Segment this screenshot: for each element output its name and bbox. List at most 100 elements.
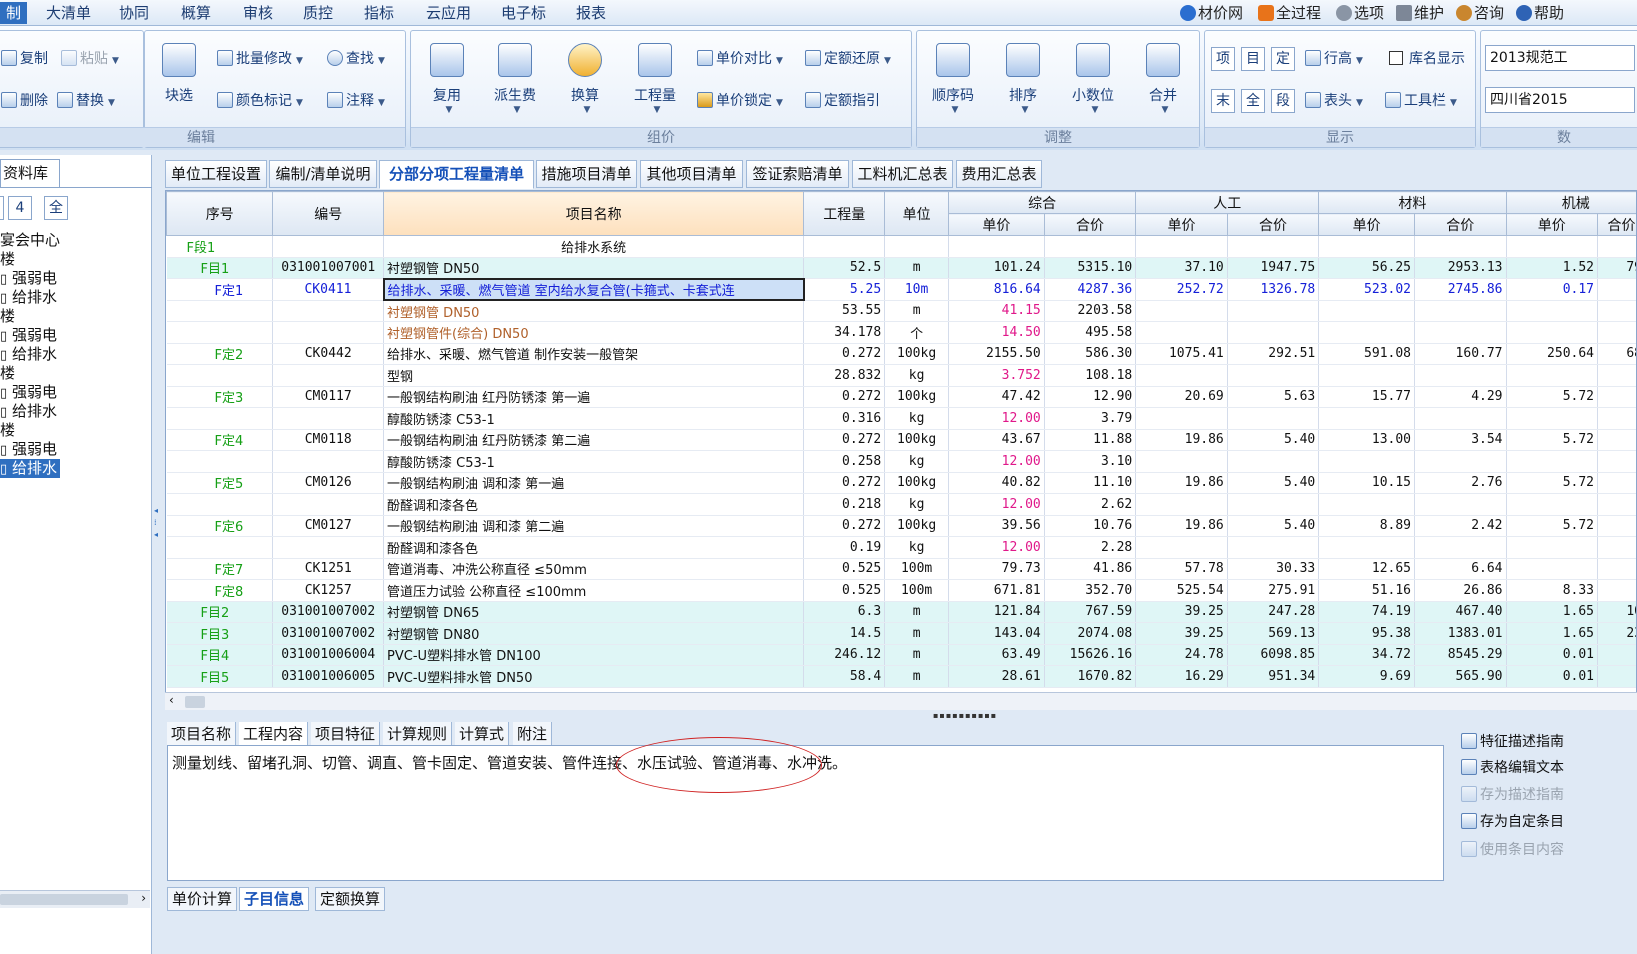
cell-ls[interactable] [1227, 364, 1320, 387]
cell-unit[interactable]: kg [884, 450, 950, 473]
cell-seq[interactable] [166, 493, 274, 516]
cell-name[interactable]: 醇酸防锈漆 C53-1 [383, 407, 805, 430]
cell-code[interactable]: 031001007002 [272, 622, 385, 645]
cell-kp[interactable] [1506, 364, 1599, 387]
cell-qty[interactable]: 6.3 [803, 601, 886, 623]
cell-name[interactable]: 醇酸防锈漆 C53-1 [383, 450, 805, 473]
filter-quota-button[interactable]: 定 [1271, 47, 1295, 71]
cell-lp[interactable]: 39.25 [1135, 622, 1228, 645]
cell-name[interactable]: 一般钢结构刷油 红丹防锈漆 第二遍 [383, 429, 805, 451]
cell-mp[interactable] [1318, 364, 1416, 387]
cell-lp[interactable] [1135, 493, 1228, 516]
cell-lp[interactable]: 16.29 [1135, 665, 1228, 688]
table-row[interactable]: 醇酸防锈漆 C53-1 0.258 kg 12.00 3.10 [166, 450, 1636, 473]
cell-unit[interactable]: m [884, 644, 950, 666]
cell-ms[interactable] [1414, 493, 1507, 516]
cell-lp[interactable]: 57.78 [1135, 558, 1228, 580]
cell-ts[interactable]: 1670.82 [1044, 665, 1137, 688]
cell-lp[interactable]: 19.86 [1135, 472, 1228, 494]
cell-code[interactable] [272, 536, 385, 559]
cell-unit[interactable]: m [884, 300, 950, 322]
cell-tp[interactable]: 43.67 [948, 429, 1045, 451]
cell-qty[interactable]: 28.832 [803, 364, 886, 387]
cell-unit[interactable]: 100kg [884, 343, 950, 365]
cell-seq[interactable] [166, 407, 274, 430]
cell-mp[interactable]: 95.38 [1318, 622, 1416, 645]
table-edit-link[interactable]: 表格编辑文本 [1461, 757, 1564, 779]
cell-tp[interactable]: 671.81 [948, 579, 1045, 602]
cell-ls[interactable] [1227, 407, 1320, 430]
cell-tp[interactable]: 3.752 [948, 364, 1045, 387]
cell-qty[interactable]: 58.4 [803, 665, 886, 688]
toolbar-button[interactable]: 工具栏 ▼ [1385, 89, 1457, 113]
scroll-right-icon[interactable]: › [141, 891, 146, 905]
cell-seq[interactable]: F定3 [166, 386, 274, 408]
cell-mp[interactable] [1318, 300, 1416, 322]
cell-name[interactable]: 一般钢结构刷油 红丹防锈漆 第一遍 [383, 386, 805, 408]
cell-ts[interactable]: 41.86 [1044, 558, 1137, 580]
col-header-code[interactable]: 编号 [272, 191, 385, 236]
tree-item-banquet-center[interactable]: 宴会中心 [0, 231, 60, 250]
table-row[interactable]: F段1 给排水系统 [166, 235, 1636, 258]
cell-unit[interactable]: 100kg [884, 515, 950, 537]
cell-ts[interactable]: 4287.36 [1044, 278, 1137, 301]
col-header-sum[interactable]: 合价 [1226, 213, 1320, 236]
table-row[interactable]: 衬塑钢管件(综合) DN50 34.178 个 14.50 495.58 [166, 321, 1636, 344]
cell-code[interactable]: 031001007002 [272, 601, 385, 623]
tab-unit-price-calc[interactable]: 单价计算 [167, 887, 238, 911]
tab-formula[interactable]: 计算式 [455, 722, 510, 746]
region-combo[interactable]: 四川省2015 [1485, 87, 1635, 113]
table-row[interactable]: 衬塑钢管 DN50 53.55 m 41.15 2203.58 [166, 300, 1636, 322]
cell-ms[interactable]: 467.40 [1414, 601, 1507, 623]
splitter-handle[interactable]: ◂ ⁞ ◂ [154, 505, 158, 541]
cell-lp[interactable]: 1075.41 [1135, 343, 1228, 365]
save-custom-link[interactable]: 存为自定条目 [1461, 811, 1564, 833]
cell-ts[interactable]: 495.58 [1044, 321, 1137, 344]
cell-seq[interactable] [166, 450, 274, 473]
cell-kp[interactable]: 0.17 [1506, 278, 1599, 301]
quota-guide-button[interactable]: 定额指引 [805, 89, 880, 113]
cell-qty[interactable]: 0.272 [803, 515, 886, 537]
table-row[interactable]: 酚醛调和漆各色 0.19 kg 12.00 2.28 [166, 536, 1636, 559]
cell-qty[interactable]: 0.258 [803, 450, 886, 473]
find-button[interactable]: 查找 ▼ [327, 47, 385, 71]
cell-tp[interactable]: 12.00 [948, 450, 1045, 473]
cell-unit[interactable]: 100kg [884, 386, 950, 408]
cell-mp[interactable]: 9.69 [1318, 665, 1416, 688]
cell-mp[interactable]: 523.02 [1318, 278, 1416, 301]
cell-ks[interactable] [1597, 558, 1636, 580]
cell-unit[interactable]: kg [884, 407, 950, 430]
cell-qty[interactable]: 53.55 [803, 300, 886, 322]
cell-kp[interactable]: 1.65 [1506, 601, 1599, 623]
cell-ls[interactable]: 951.34 [1227, 665, 1320, 688]
cell-seq[interactable]: F定7 [166, 558, 274, 580]
table-row[interactable]: 酚醛调和漆各色 0.218 kg 12.00 2.62 [166, 493, 1636, 516]
cell-lp[interactable]: 19.86 [1135, 515, 1228, 537]
cell-seq[interactable]: F定5 [166, 472, 274, 494]
col-header-price[interactable]: 单价 [1318, 213, 1416, 236]
cell-ms[interactable]: 565.90 [1414, 665, 1507, 688]
cell-ks[interactable] [1597, 665, 1636, 688]
derived-fee-button[interactable]: 派生费 ▼ [483, 39, 547, 129]
cell-lp[interactable]: 20.69 [1135, 386, 1228, 408]
col-header-seq[interactable]: 序号 [166, 191, 274, 236]
tab-compile-notes[interactable]: 编制/清单说明 [269, 160, 377, 188]
cell-seq[interactable] [166, 300, 274, 322]
block-select-button[interactable]: 块选 [147, 39, 211, 129]
paste-button[interactable]: 粘贴 ▼ [61, 47, 119, 71]
col-header-qty[interactable]: 工程量 [803, 191, 886, 236]
cell-code[interactable]: CM0127 [272, 515, 385, 537]
cell-ks[interactable] [1597, 472, 1636, 494]
quantity-button[interactable]: 工程量 ▼ [623, 39, 687, 129]
col-header-price[interactable]: 单价 [948, 213, 1045, 236]
cell-lp[interactable]: 24.78 [1135, 644, 1228, 666]
cell-kp[interactable] [1506, 321, 1599, 344]
cell-lp[interactable]: 252.72 [1135, 278, 1228, 301]
tree-item-water-selected[interactable]: ▯ 给排水 [0, 459, 60, 478]
cell-qty[interactable]: 34.178 [803, 321, 886, 344]
cell-lp[interactable]: 19.86 [1135, 429, 1228, 451]
cell-ls[interactable]: 5.63 [1227, 386, 1320, 408]
cell-code[interactable]: CM0126 [272, 472, 385, 494]
cell-mp[interactable]: 8.89 [1318, 515, 1416, 537]
cell-kp[interactable]: 250.64 [1506, 343, 1599, 365]
